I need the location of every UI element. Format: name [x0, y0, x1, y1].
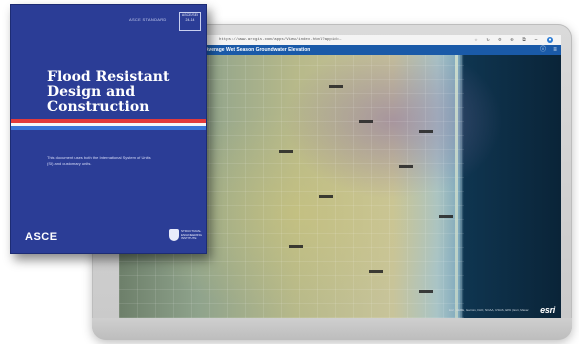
menu-icon[interactable]: ⋯: [533, 37, 539, 43]
book-title-line: Flood Resistant: [47, 69, 170, 85]
esri-logo: esri: [540, 305, 555, 315]
map-attribution: Esri, HERE, Garmin, FAO, NOAA, USGS, EPA…: [449, 308, 529, 312]
map-label: [369, 270, 383, 273]
layers-icon[interactable]: ≡: [551, 46, 559, 54]
tabs-icon[interactable]: ⧉: [521, 37, 527, 43]
profile-icon[interactable]: ●: [547, 37, 553, 43]
star-icon[interactable]: ☆: [473, 37, 479, 43]
asce-logo: ASCE: [25, 231, 58, 243]
map-label: [279, 150, 293, 153]
map-app-title: Average Wet Season Groundwater Elevation: [205, 47, 311, 53]
standard-number: 24-14: [185, 18, 195, 22]
address-bar[interactable]: https://www.arcgis.com/apps/View/index.h…: [219, 38, 341, 42]
sei-label: STRUCTURAL ENGINEERING INSTITUTE: [181, 229, 203, 240]
map-label: [419, 290, 433, 293]
cover-stripe-blue: [11, 126, 206, 130]
book-title: Flood Resistant Design and Construction: [47, 70, 197, 115]
map-label: [329, 85, 343, 88]
sei-shield-icon: [169, 229, 179, 241]
extensions-icon[interactable]: ⚙: [497, 37, 503, 43]
standard-number-box: ASCE/SEI 24-14: [179, 12, 201, 31]
coastline: [454, 55, 458, 318]
map-label: [399, 165, 413, 168]
bookmark-icon[interactable]: ⊕: [509, 37, 515, 43]
book-series: ASCE STANDARD: [129, 17, 167, 22]
map-label: [289, 245, 303, 248]
map-label: [439, 215, 453, 218]
book-blurb: This document uses both the Internationa…: [47, 155, 151, 166]
map-label: [419, 130, 433, 133]
book-title-line: Construction: [47, 99, 150, 115]
map-label: [359, 120, 373, 123]
book-title-line: Design and: [47, 84, 136, 100]
map-label: [319, 195, 333, 198]
info-icon[interactable]: ⓘ: [539, 46, 547, 54]
book-cover: ASCE STANDARD ASCE/SEI 24-14 Flood Resis…: [10, 4, 207, 254]
refresh-icon[interactable]: ↻: [485, 37, 491, 43]
laptop-base: [92, 318, 572, 340]
